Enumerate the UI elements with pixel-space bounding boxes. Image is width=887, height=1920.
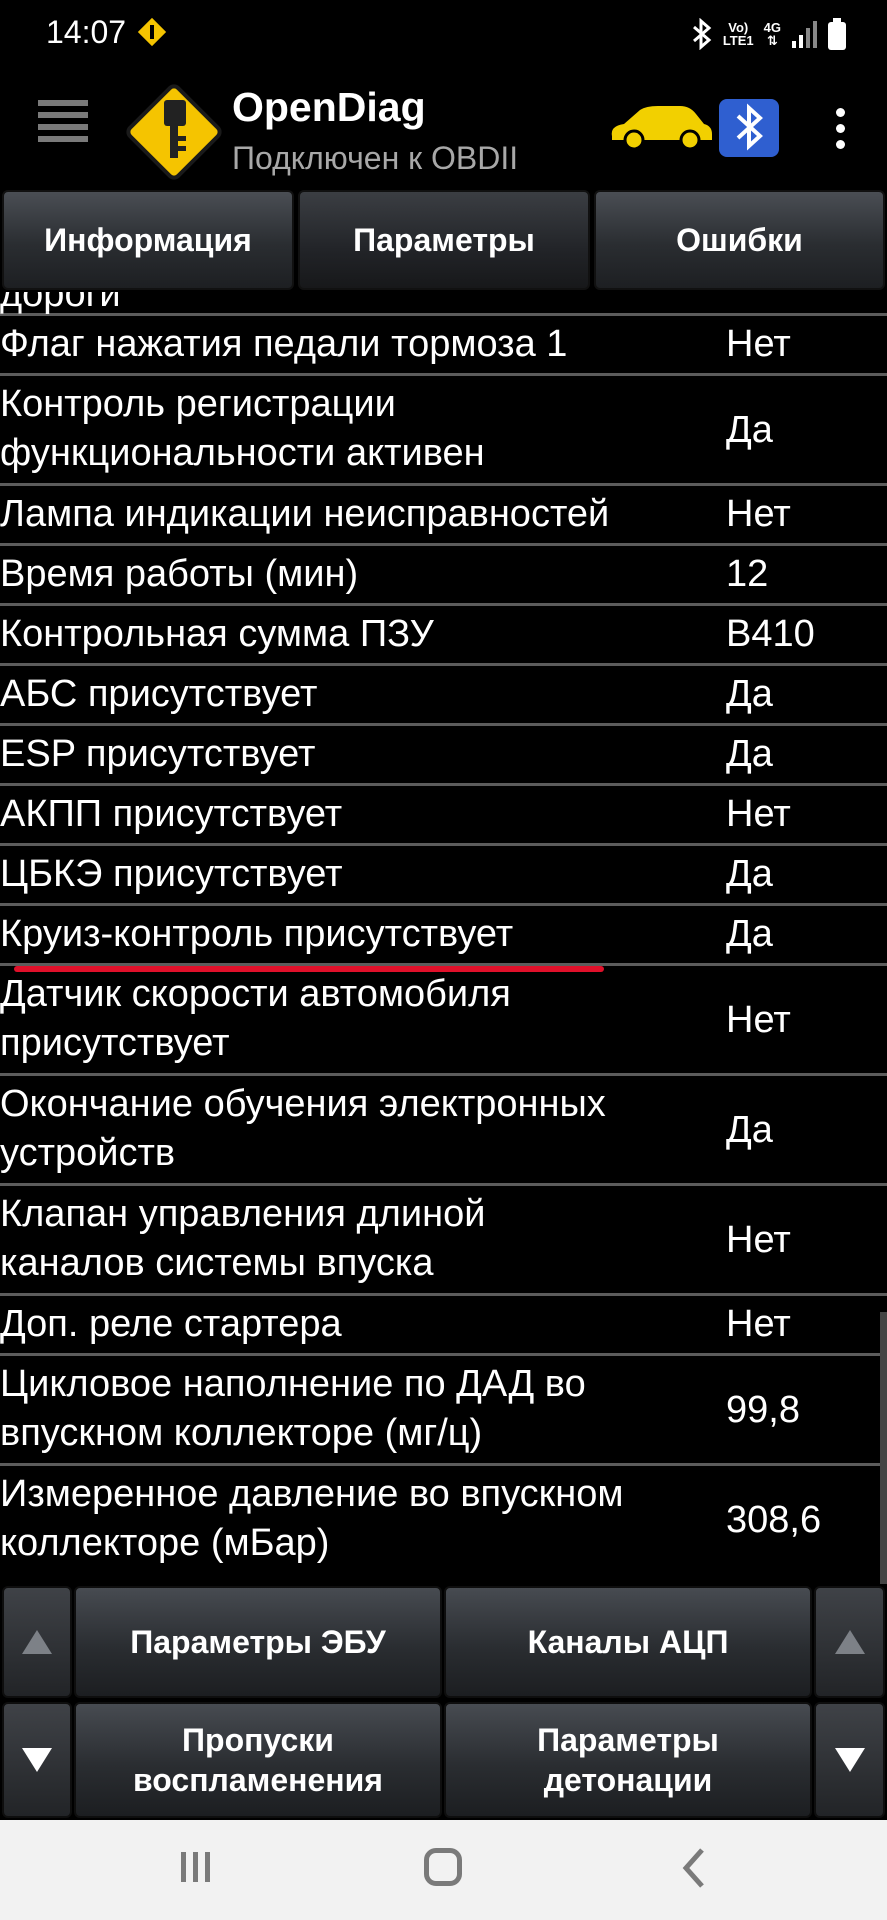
bluetooth-icon <box>692 18 712 50</box>
parameter-row: дороги <box>0 292 887 316</box>
parameter-name: Лампа индикации неисправностей <box>0 493 610 535</box>
parameter-value: Да <box>726 733 773 775</box>
parameter-row: Доп. реле стартера Нет <box>0 1296 887 1356</box>
parameter-name: Клапан управления длиной каналов системы… <box>0 1193 486 1284</box>
parameter-row: Клапан управления длиной каналов системы… <box>0 1186 887 1296</box>
list-scrollbar[interactable] <box>880 1312 887 1584</box>
app-title: OpenDiag <box>232 84 426 130</box>
parameter-name: Цикловое наполнение по ДАД во впускном к… <box>0 1363 586 1454</box>
parameter-row: ЦБКЭ присутствует Да <box>0 846 887 906</box>
parameter-name: Круиз-контроль присутствует <box>0 913 514 955</box>
parameter-value: Да <box>726 673 773 715</box>
parameter-name: АКПП присутствует <box>0 793 343 835</box>
scroll-down-right-button[interactable] <box>814 1702 885 1818</box>
parameter-row: Цикловое наполнение по ДАД во впускном к… <box>0 1356 887 1466</box>
parameter-row: Лампа индикации неисправностей Нет <box>0 486 887 546</box>
parameter-row: Время работы (мин) 12 <box>0 546 887 606</box>
parameter-row: Контроль регистрации функциональности ак… <box>0 376 887 486</box>
parameter-name: Датчик скорости автомобиля присутствует <box>0 973 511 1064</box>
parameter-name: АБС присутствует <box>0 673 318 715</box>
parameter-name: Доп. реле стартера <box>0 1303 342 1345</box>
parameter-name: дороги <box>0 292 121 315</box>
tab-bar: Информация Параметры Ошибки <box>0 188 887 292</box>
car-icon[interactable] <box>606 102 716 152</box>
back-icon[interactable] <box>676 1846 712 1890</box>
home-icon[interactable] <box>424 1848 462 1886</box>
parameter-row: Окончание обучения электронных устройств… <box>0 1076 887 1186</box>
parameter-name: Флаг нажатия педали тормоза 1 <box>0 323 568 365</box>
parameter-value: Нет <box>726 1219 791 1261</box>
parameter-value: B410 <box>726 613 815 655</box>
parameter-list[interactable]: дороги Флаг нажатия педали тормоза 1 Нет… <box>0 292 887 1584</box>
parameter-value: Нет <box>726 999 791 1041</box>
parameter-value: Нет <box>726 793 791 835</box>
parameter-name: Контроль регистрации функциональности ак… <box>0 383 485 474</box>
parameter-row: АКПП присутствует Нет <box>0 786 887 846</box>
parameter-value: Да <box>726 853 773 895</box>
tab-errors[interactable]: Ошибки <box>594 190 885 290</box>
network-indicator: Vo) LTE1 <box>722 20 754 48</box>
arrow-down-icon <box>22 1748 52 1772</box>
arrow-up-icon <box>834 1630 865 1654</box>
knock-parameters-button[interactable]: Параметры детонации <box>444 1702 812 1818</box>
parameter-value: Нет <box>726 1303 791 1345</box>
signal-icon <box>792 21 817 48</box>
status-time: 14:07 <box>46 14 127 50</box>
tab-parameters[interactable]: Параметры <box>298 190 590 290</box>
parameter-row: Датчик скорости автомобиля присутствует … <box>0 966 887 1076</box>
parameter-row: ESP присутствует Да <box>0 726 887 786</box>
parameter-name: Контрольная сумма ПЗУ <box>0 613 434 655</box>
parameter-name: Измеренное давление во впускном коллекто… <box>0 1473 624 1564</box>
parameter-value: 308,6 <box>726 1499 822 1541</box>
opendiag-logo-icon <box>126 84 222 180</box>
parameter-value: 99,8 <box>726 1389 800 1431</box>
arrow-down-icon <box>834 1748 865 1772</box>
status-icons: Vo) LTE1 4G ⇅ <box>691 14 847 54</box>
network-type: 4G ⇅ <box>763 20 781 48</box>
parameter-value: 12 <box>726 553 769 595</box>
parameter-row: Контрольная сумма ПЗУ B410 <box>0 606 887 666</box>
scroll-up-right-button[interactable] <box>814 1586 885 1698</box>
parameter-value: Да <box>726 409 773 451</box>
parameter-name: Время работы (мин) <box>0 553 359 595</box>
parameter-row: Флаг нажатия педали тормоза 1 Нет <box>0 316 887 376</box>
status-bar: 14:07 Vo) LTE1 4G ⇅ <box>0 0 887 68</box>
parameter-value: Да <box>726 913 773 955</box>
notification-icon <box>136 16 168 48</box>
adc-channels-button[interactable]: Каналы АЦП <box>444 1586 812 1698</box>
parameter-name: ЦБКЭ присутствует <box>0 853 343 895</box>
arrow-up-icon <box>22 1630 52 1654</box>
ecu-parameters-button[interactable]: Параметры ЭБУ <box>74 1586 442 1698</box>
parameter-row: Измеренное давление во впускном коллекто… <box>0 1466 887 1584</box>
more-vert-icon[interactable] <box>830 108 850 152</box>
misfires-button[interactable]: Пропуски воспламенения <box>74 1702 442 1818</box>
parameter-value: Нет <box>726 493 791 535</box>
parameter-row: Круиз-контроль присутствует Да <box>0 906 887 966</box>
system-nav-bar <box>0 1820 887 1920</box>
battery-icon <box>828 18 846 50</box>
tab-information[interactable]: Информация <box>2 190 294 290</box>
bluetooth-badge-icon[interactable] <box>718 98 780 158</box>
app-bar: OpenDiag Подключен к OBDII <box>0 68 887 188</box>
parameter-row: АБС присутствует Да <box>0 666 887 726</box>
scroll-down-left-button[interactable] <box>2 1702 72 1818</box>
hamburger-menu-icon[interactable] <box>38 100 88 156</box>
parameter-value: Да <box>726 1109 773 1151</box>
parameter-value: Нет <box>726 323 791 365</box>
bottom-panel: Параметры ЭБУ Каналы АЦП Пропуски воспла… <box>0 1584 887 1820</box>
connection-status: Подключен к OBDII <box>232 140 519 176</box>
parameter-name: Окончание обучения электронных устройств <box>0 1083 606 1174</box>
parameter-name: ESP присутствует <box>0 733 316 775</box>
scroll-up-left-button[interactable] <box>2 1586 72 1698</box>
recents-icon[interactable] <box>178 1850 214 1884</box>
